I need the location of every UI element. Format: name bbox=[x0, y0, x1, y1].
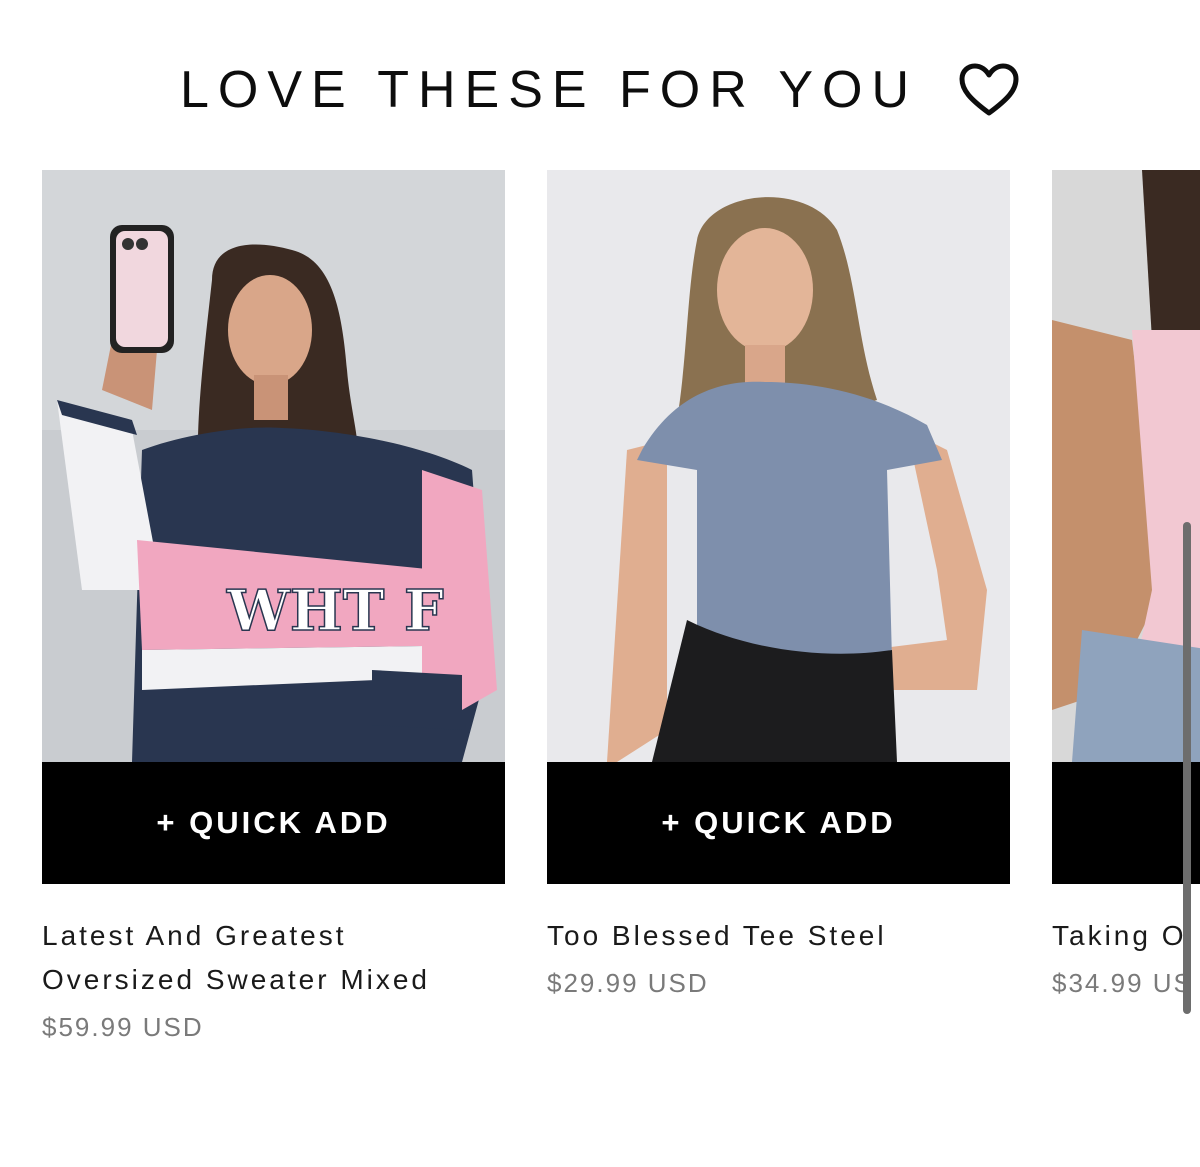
quick-add-button[interactable]: + Q bbox=[1052, 762, 1200, 884]
scrollbar[interactable] bbox=[1183, 522, 1191, 1014]
product-name-line[interactable]: Oversized Sweater Mixed bbox=[42, 958, 505, 1002]
product-name[interactable]: Latest And Greatest Oversized Sweater Mi… bbox=[42, 914, 505, 1002]
heart-icon[interactable] bbox=[958, 63, 1020, 117]
product-image[interactable] bbox=[1052, 170, 1200, 762]
svg-text:WHT F: WHT F bbox=[226, 578, 444, 644]
quick-add-button[interactable]: + QUICK ADD bbox=[547, 762, 1010, 884]
product-name-line[interactable]: Latest And Greatest bbox=[42, 914, 505, 958]
product-carousel[interactable]: WHT F + QUICK ADD Latest And Greatest Ov… bbox=[42, 170, 1200, 1110]
recommendations-page: LOVE THESE FOR YOU WHT F + QUICK ADD Lat… bbox=[0, 0, 1200, 1167]
product-name-line[interactable]: Too Blessed Tee Steel bbox=[547, 914, 1010, 958]
product-card[interactable]: + Q Taking O $34.99 US bbox=[1052, 170, 1200, 999]
product-name[interactable]: Too Blessed Tee Steel bbox=[547, 914, 1010, 958]
section-header: LOVE THESE FOR YOU bbox=[0, 58, 1200, 122]
product-name-line[interactable]: Taking O bbox=[1052, 914, 1200, 958]
product-image[interactable] bbox=[547, 170, 1010, 762]
product-name[interactable]: Taking O bbox=[1052, 914, 1200, 958]
product-image[interactable]: WHT F bbox=[42, 170, 505, 762]
product-price: $34.99 US bbox=[1052, 968, 1193, 998]
product-price: $29.99 USD bbox=[547, 968, 709, 998]
product-card[interactable]: WHT F + QUICK ADD Latest And Greatest Ov… bbox=[42, 170, 505, 1043]
product-price: $59.99 USD bbox=[42, 1012, 204, 1042]
quick-add-button[interactable]: + QUICK ADD bbox=[42, 762, 505, 884]
product-card[interactable]: + QUICK ADD Too Blessed Tee Steel $29.99… bbox=[547, 170, 1010, 999]
section-title: LOVE THESE FOR YOU bbox=[179, 61, 918, 119]
